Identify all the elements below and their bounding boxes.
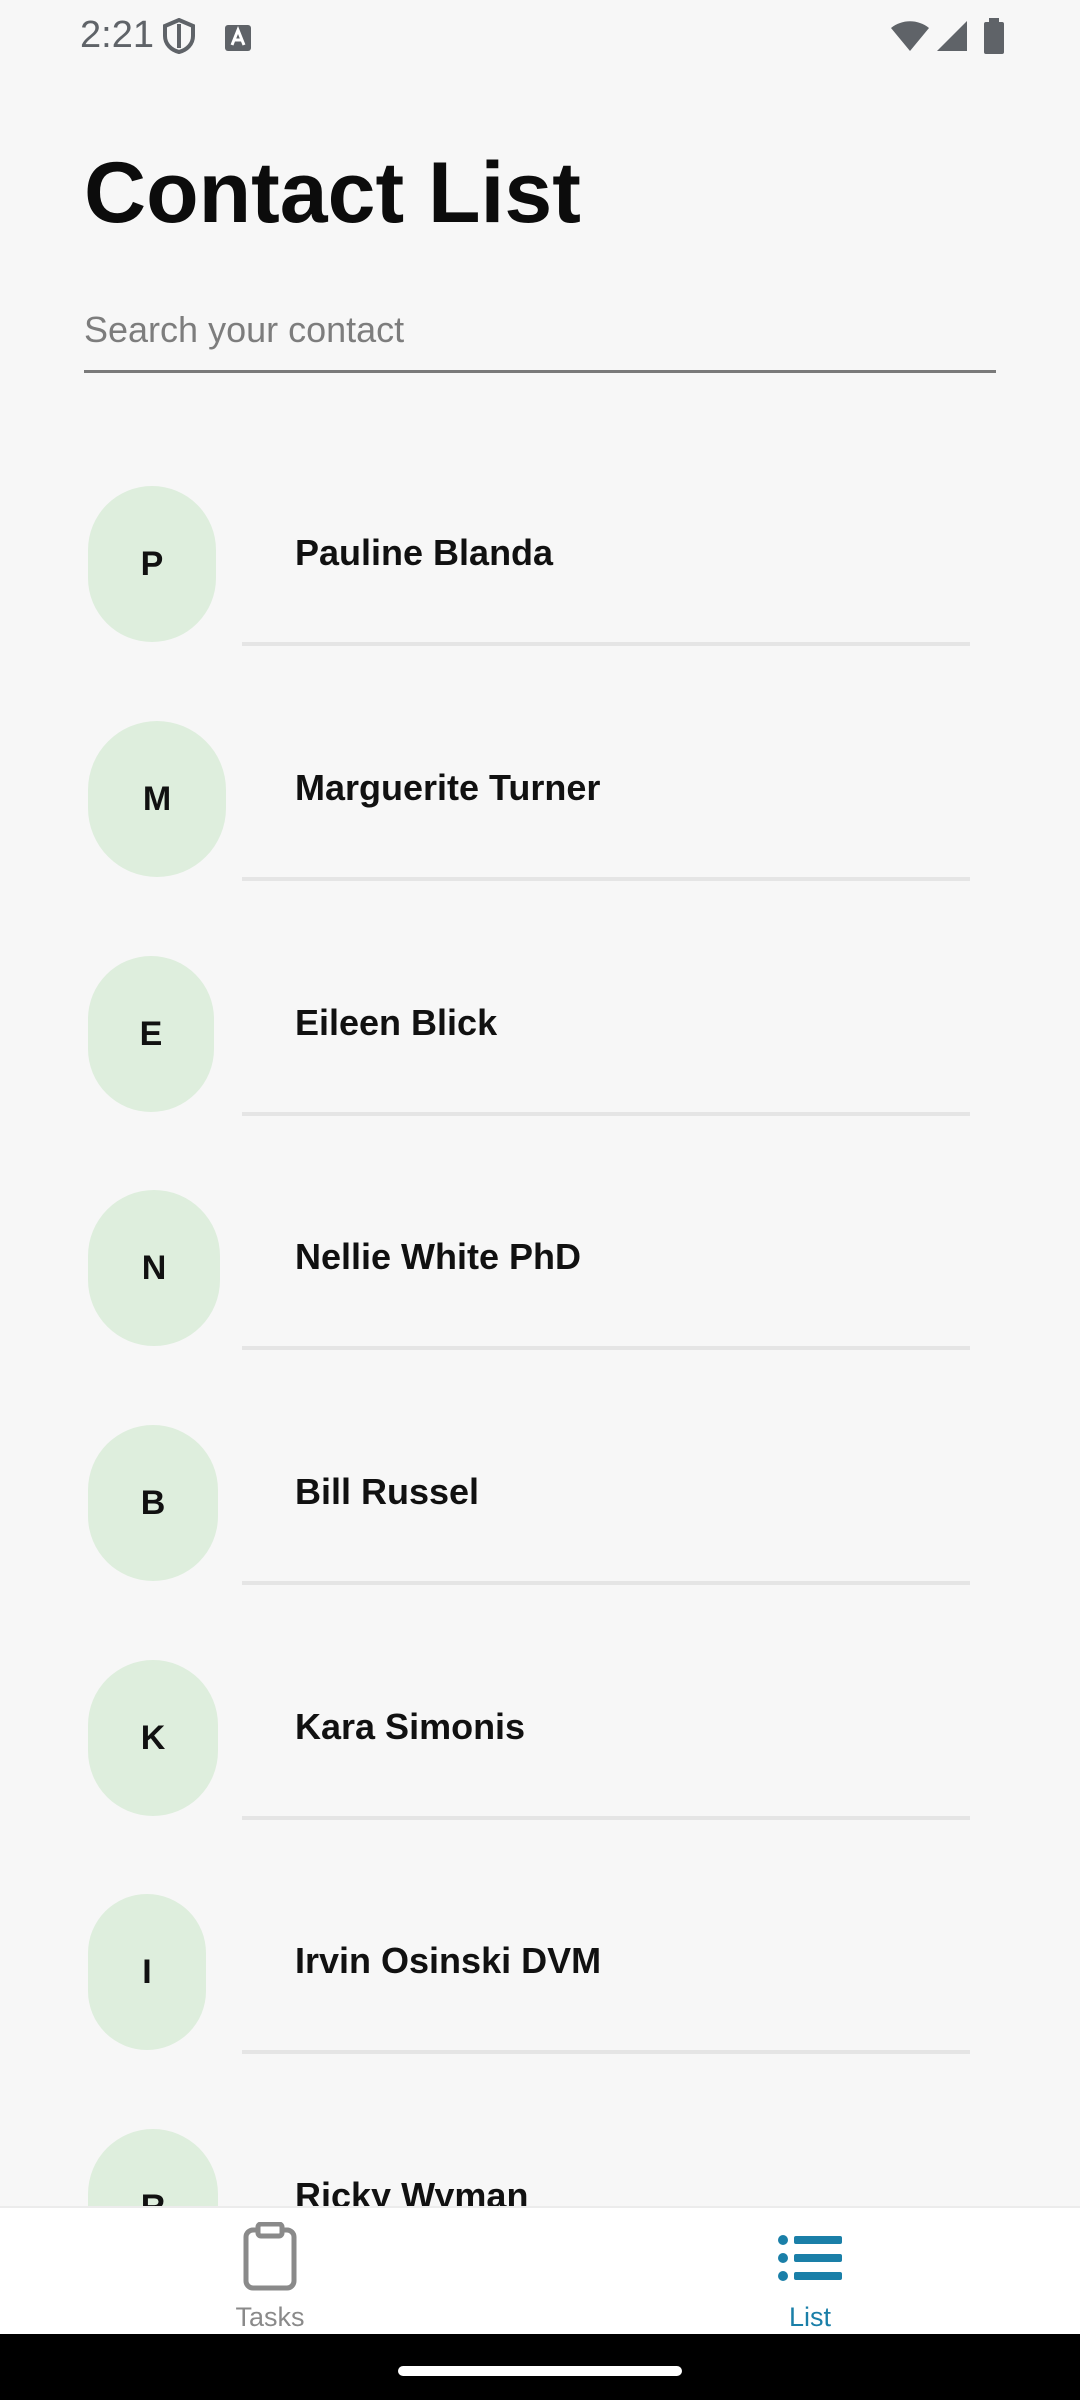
contact-item[interactable]: N Nellie White PhD — [0, 1184, 1080, 1418]
contact-name: Ricky Wyman — [295, 2175, 529, 2206]
contact-item[interactable]: E Eileen Blick — [0, 950, 1080, 1184]
contact-name: Marguerite Turner — [295, 767, 601, 808]
contact-item[interactable]: R Ricky Wyman — [0, 2123, 1080, 2206]
contact-list[interactable]: P Pauline Blanda M Marguerite Turner E E… — [0, 480, 1080, 2206]
contact-name: Irvin Osinski DVM — [295, 1940, 602, 1981]
divider — [242, 1581, 970, 1585]
contact-item[interactable]: I Irvin Osinski DVM — [0, 1888, 1080, 2122]
divider — [242, 1346, 970, 1350]
battery-icon — [984, 18, 1004, 59]
shield-icon — [162, 17, 196, 59]
clipboard-icon — [242, 2221, 298, 2297]
avatar: P — [88, 486, 216, 642]
cellular-signal-icon — [936, 20, 968, 57]
contact-name: Nellie White PhD — [295, 1236, 582, 1277]
avatar: M — [88, 721, 226, 877]
avatar: E — [88, 956, 214, 1112]
contact-item[interactable]: M Marguerite Turner — [0, 715, 1080, 949]
nav-item-list[interactable]: List — [540, 2208, 1080, 2336]
home-gesture-handle[interactable] — [398, 2366, 682, 2376]
page-title: Contact List — [84, 145, 581, 241]
avatar: K — [88, 1660, 218, 1816]
divider — [242, 877, 970, 881]
list-icon — [778, 2234, 842, 2287]
divider — [242, 1816, 970, 1820]
wifi-icon — [890, 20, 930, 57]
status-bar: 2:21 — [0, 0, 1080, 72]
avatar: N — [88, 1190, 220, 1346]
contact-name: Kara Simonis — [295, 1706, 526, 1747]
nav-item-tasks[interactable]: Tasks — [0, 2208, 540, 2336]
search-input[interactable] — [84, 300, 996, 360]
bottom-nav: Tasks List — [0, 2206, 1080, 2336]
nav-label-list: List — [788, 2302, 832, 2332]
divider — [242, 642, 970, 646]
contact-item[interactable]: P Pauline Blanda — [0, 480, 1080, 714]
divider — [242, 1112, 970, 1116]
nav-label-tasks: Tasks — [235, 2302, 305, 2332]
contact-name: Pauline Blanda — [295, 532, 554, 573]
contact-item[interactable]: B Bill Russel — [0, 1419, 1080, 1653]
avatar: R — [88, 2129, 218, 2206]
avatar: B — [88, 1425, 218, 1581]
system-gesture-bar — [0, 2334, 1080, 2400]
keyboard-app-icon — [224, 24, 252, 57]
avatar: I — [88, 1894, 206, 2050]
contact-name: Bill Russel — [295, 1471, 480, 1512]
contact-item[interactable]: K Kara Simonis — [0, 1654, 1080, 1888]
status-time: 2:21 — [80, 14, 154, 56]
contact-name: Eileen Blick — [295, 1002, 498, 1043]
divider — [242, 2050, 970, 2054]
screen: 2:21 Contact List Search your contact P … — [0, 0, 1080, 2400]
search-field[interactable] — [84, 300, 996, 373]
